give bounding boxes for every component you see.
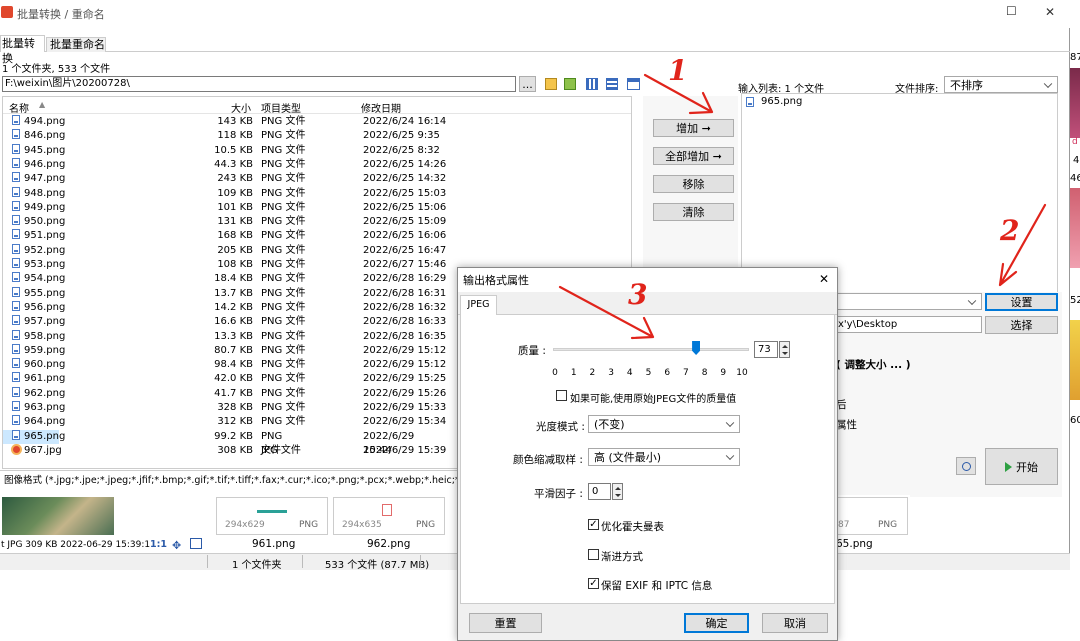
annotation-arrows: 1 2 3 (558, 54, 1047, 340)
annotation-number-1: 1 (668, 54, 687, 87)
annotation-number-3: 3 (628, 278, 647, 311)
annotation-number-2: 2 (999, 214, 1019, 247)
